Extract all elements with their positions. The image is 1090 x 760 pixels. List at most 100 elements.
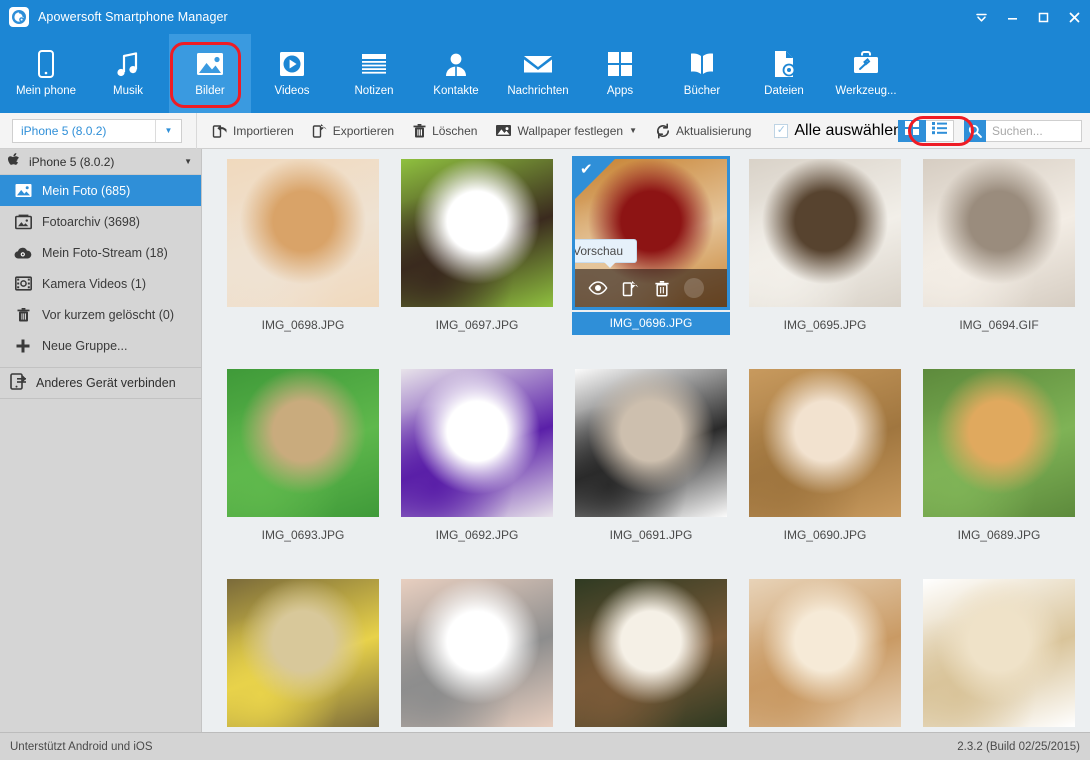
grid-apps-icon [606,48,634,80]
more-actions-placeholder[interactable] [684,278,704,298]
close-button[interactable] [1066,9,1082,25]
sidebar-item-label: Fotoarchiv (3698) [42,214,140,229]
list-view-button[interactable] [926,119,954,142]
photo-thumbnail[interactable] [575,369,727,517]
notes-icon [359,48,389,80]
photo-cell[interactable] [912,579,1086,732]
nav-item-nachrichten[interactable]: Nachrichten [497,34,579,113]
nav-item-dateien[interactable]: Dateien [743,34,825,113]
sidebar-item-label: Mein Foto-Stream (18) [42,245,168,260]
delete-icon[interactable] [654,280,670,297]
sidebar-item-label: Vor kurzem gelöscht (0) [42,307,174,322]
photo-cell[interactable] [216,579,390,732]
nav-item-apps[interactable]: Apps [579,34,661,113]
sidebar-item-new-group[interactable]: Neue Gruppe... [0,330,201,361]
chevron-down-icon: ▼ [155,119,181,142]
sidebar-item-mein-foto[interactable]: Mein Foto (685) [0,175,201,206]
device-selector[interactable]: iPhone 5 (8.0.2) ▼ [12,118,182,143]
set-wallpaper-button[interactable]: Wallpaper festlegen ▼ [486,119,646,142]
nav-label: Videos [274,84,310,97]
search-icon[interactable] [964,119,986,142]
photo-image-french-bulldog-jumping [749,159,901,307]
photo-thumbnail[interactable] [401,369,553,517]
select-all-checkbox[interactable]: ✓ Alle auswählen [774,122,902,140]
nav-item-videos[interactable]: Videos [251,34,333,113]
import-button[interactable]: Importieren [203,119,303,143]
delete-button[interactable]: Löschen [403,119,486,143]
photo-filename: IMG_0689.JPG [957,528,1041,542]
nav-label: Musik [112,84,144,97]
photo-thumbnail[interactable] [227,159,379,307]
collapse-button[interactable] [973,9,989,25]
title-bar: Apowersoft Smartphone Manager [0,0,1090,34]
photo-thumbnail[interactable] [575,579,727,727]
photo-thumbnail[interactable] [401,579,553,727]
photo-cell[interactable]: IMG_0689.JPG [912,369,1086,579]
photo-cell[interactable]: IMG_0690.JPG [738,369,912,579]
photo-thumbnail[interactable] [749,579,901,727]
photo-image-boston-terrier-puppy [401,159,553,307]
photo-cell[interactable]: IMG_0693.JPG [216,369,390,579]
toolbar-actions: Importieren Exportieren Löschen Wallpape… [203,119,902,143]
nav-item-bilder[interactable]: Bilder [169,34,251,113]
photo-thumbnail[interactable] [749,159,901,307]
nav-item-werkzeug[interactable]: Werkzeug... [825,34,907,113]
preview-icon[interactable] [588,281,608,295]
connect-other-device-button[interactable]: Anderes Gerät verbinden [0,367,201,399]
photo-image-two-kittens-playing [923,159,1075,307]
nav-item-mein-phone[interactable]: Mein phone [5,34,87,113]
app-logo-icon [9,7,29,27]
photo-thumbnail[interactable] [749,369,901,517]
sidebar-item-label: Neue Gruppe... [42,338,128,353]
photo-thumbnail[interactable] [401,159,553,307]
sidebar-device-header[interactable]: iPhone 5 (8.0.2) ▼ [0,149,201,175]
photo-thumbnail[interactable] [923,159,1075,307]
preview-tooltip: Vorschau [575,239,638,268]
photo-image-pomeranian-puppy [227,159,379,307]
photo-cell[interactable]: ✔ Vorschau IMG_0696.JPG [564,156,738,369]
photo-thumbnail[interactable] [923,369,1075,517]
photo-cell[interactable]: IMG_0695.JPG [738,159,912,369]
main-body: iPhone 5 (8.0.2) ▼ Mein Foto (685) Fotoa… [0,149,1090,732]
photo-thumbnail[interactable] [227,579,379,727]
chevron-down-icon: ▼ [629,126,637,135]
photo-thumbnail[interactable] [923,579,1075,727]
photo-grid-panel[interactable]: IMG_0698.JPG IMG_0697.JPG ✔ Vorschau IMG_069… [202,149,1090,732]
refresh-button[interactable]: Aktualisierung [646,119,760,143]
export-icon[interactable] [622,280,640,297]
maximize-button[interactable] [1035,9,1051,25]
nav-label: Werkzeug... [835,84,897,97]
photo-cell[interactable] [738,579,912,732]
photo-thumbnail[interactable]: ✔ Vorschau [572,156,730,310]
refresh-label: Aktualisierung [676,123,752,138]
search-box [964,119,1082,142]
photo-image-ginger-kitten-grass [923,369,1075,517]
photo-cell[interactable]: IMG_0692.JPG [390,369,564,579]
sidebar-item-foto-stream[interactable]: Mein Foto-Stream (18) [0,237,201,268]
photo-filename: IMG_0691.JPG [609,528,693,542]
refresh-icon [655,123,671,139]
nav-item-kontakte[interactable]: Kontakte [415,34,497,113]
set-wallpaper-label: Wallpaper festlegen [517,123,624,138]
toolbar-divider [196,112,197,149]
export-button[interactable]: Exportieren [303,119,403,143]
photo-cell[interactable]: IMG_0694.GIF [912,159,1086,369]
photo-cell[interactable]: IMG_0698.JPG [216,159,390,369]
search-input[interactable] [986,119,1082,142]
photo-thumbnail[interactable] [227,369,379,517]
sidebar-item-kamera-videos[interactable]: Kamera Videos (1) [0,268,201,299]
photo-cell[interactable] [390,579,564,732]
nav-item-notizen[interactable]: Notizen [333,34,415,113]
list-view-icon [932,121,947,140]
minimize-button[interactable] [1004,9,1020,25]
nav-item-buecher[interactable]: Bücher [661,34,743,113]
sidebar-item-label: Kamera Videos (1) [42,276,146,291]
photo-cell[interactable]: IMG_0691.JPG [564,369,738,579]
nav-item-musik[interactable]: Musik [87,34,169,113]
sidebar-item-recently-deleted[interactable]: Vor kurzem gelöscht (0) [0,299,201,330]
sidebar-item-fotoarchiv[interactable]: Fotoarchiv (3698) [0,206,201,237]
grid-view-button[interactable] [898,119,926,142]
phone-icon [33,48,59,80]
photo-cell[interactable]: IMG_0697.JPG [390,159,564,369]
photo-cell[interactable] [564,579,738,732]
